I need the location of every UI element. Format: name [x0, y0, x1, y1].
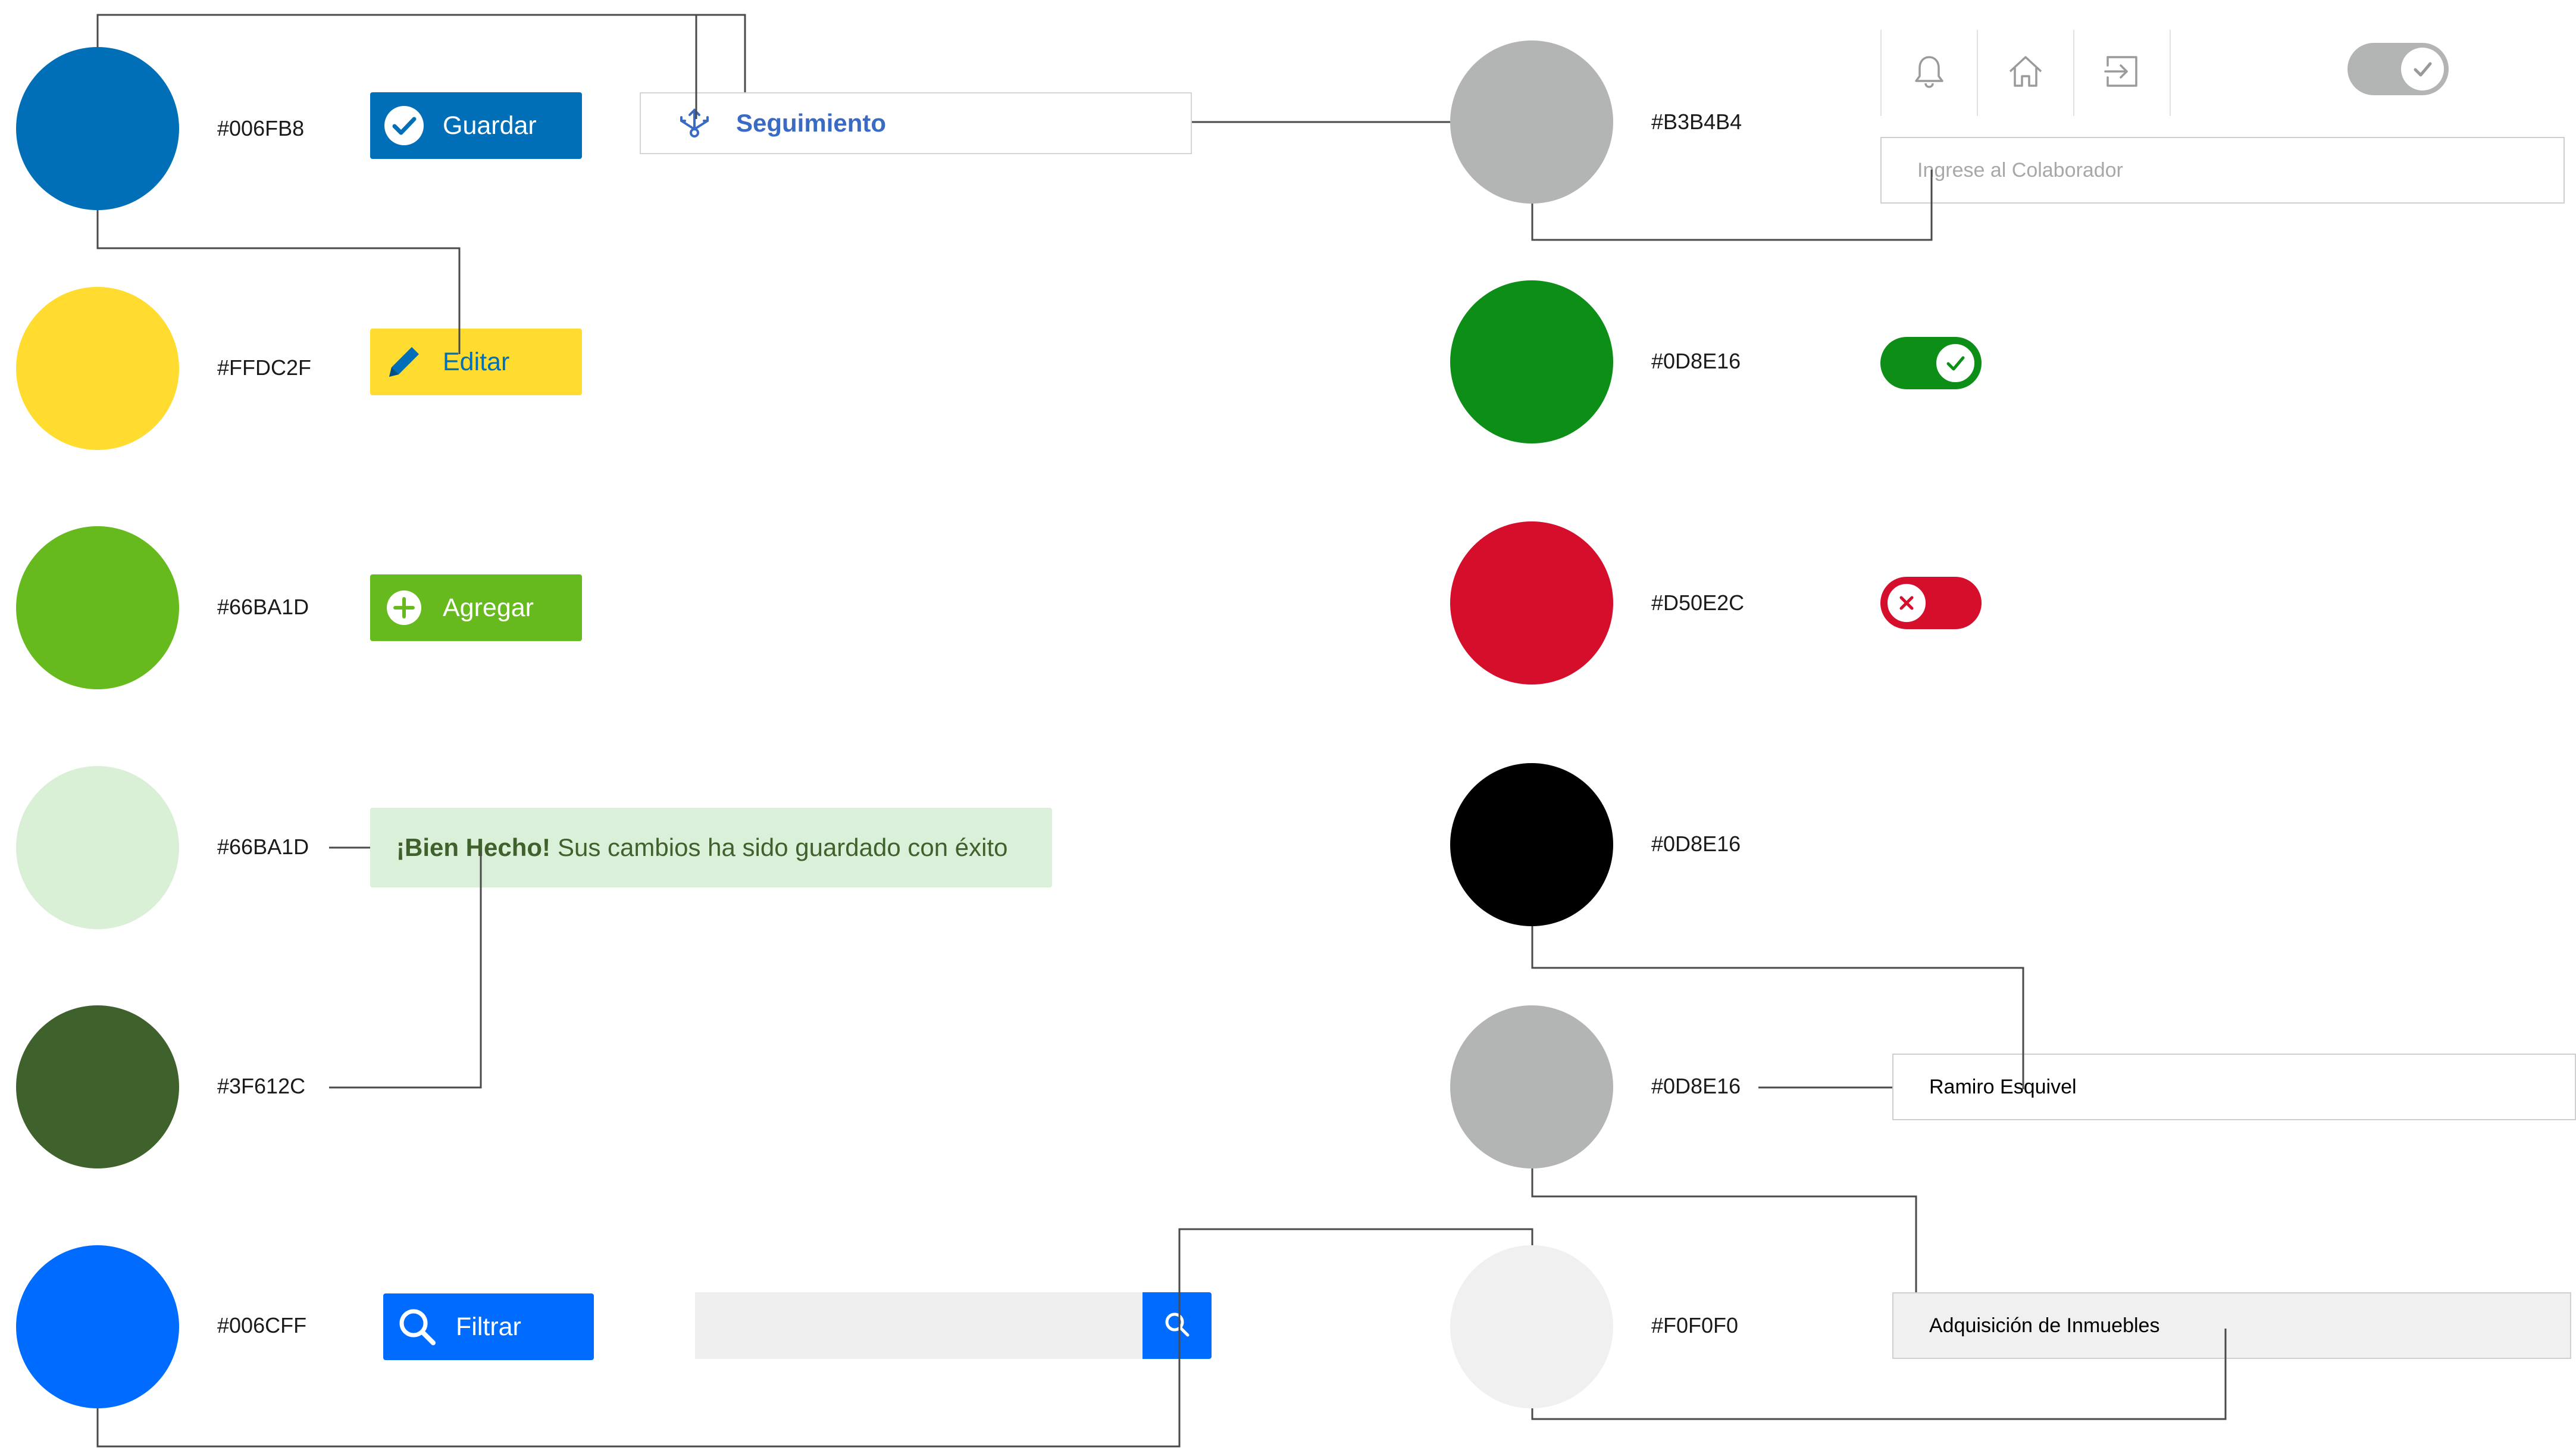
- tab-seguimiento[interactable]: Seguimiento: [640, 92, 1192, 154]
- color-swatch-black: [1450, 763, 1613, 926]
- search-icon: [396, 1306, 438, 1348]
- connector-line: [96, 14, 746, 92]
- alert-message: Sus cambios ha sido guardado con éxito: [558, 833, 1008, 861]
- save-button-label: Guardar: [443, 111, 537, 140]
- annotation-connectors: [96, 14, 2227, 1448]
- check-circle-icon: [383, 105, 425, 146]
- hex-label: #66BA1D: [217, 835, 309, 859]
- color-swatch-gray-secondary: [1450, 1005, 1613, 1168]
- pencil-icon: [383, 341, 425, 383]
- header-icon-bar: [1880, 30, 2171, 116]
- add-button[interactable]: Agregar: [370, 574, 582, 641]
- category-select[interactable]: Adquisición de Inmuebles: [1892, 1292, 2571, 1359]
- toggle-success[interactable]: [1880, 337, 1982, 389]
- notifications-button[interactable]: [1880, 30, 1977, 116]
- edit-button[interactable]: Editar: [370, 329, 582, 395]
- branch-icon: [677, 105, 712, 141]
- search-icon: [1163, 1310, 1191, 1342]
- hex-label: #FFDC2F: [217, 355, 312, 380]
- color-swatch-success-green: [1450, 280, 1613, 443]
- check-icon: [1934, 342, 1977, 385]
- color-swatch-green: [16, 526, 179, 689]
- hex-label: #0D8E16: [1651, 1074, 1741, 1098]
- alert-title: ¡Bien Hecho!: [396, 833, 551, 861]
- filter-button[interactable]: Filtrar: [383, 1293, 594, 1360]
- toggle-error[interactable]: [1880, 577, 1982, 629]
- hex-label: #0D8E16: [1651, 349, 1741, 373]
- success-alert: ¡Bien Hecho! Sus cambios ha sido guardad…: [370, 808, 1052, 888]
- hex-label: #006FB8: [217, 116, 305, 140]
- search-submit-button[interactable]: [1143, 1292, 1212, 1359]
- home-icon: [2007, 52, 2045, 93]
- x-icon: [1885, 582, 1928, 624]
- hex-label: #3F612C: [217, 1074, 306, 1098]
- color-swatch-primary-blue: [16, 47, 179, 210]
- color-swatch-red: [1450, 521, 1613, 685]
- color-swatch-yellow: [16, 287, 179, 450]
- name-input-value: Ramiro Esquivel: [1929, 1075, 2077, 1098]
- hex-label: #B3B4B4: [1651, 110, 1742, 134]
- logout-button[interactable]: [2073, 30, 2171, 116]
- color-swatch-gray: [1450, 40, 1613, 204]
- add-button-label: Agregar: [443, 593, 534, 622]
- bell-icon: [1910, 52, 1948, 93]
- home-button[interactable]: [1977, 30, 2073, 116]
- save-button[interactable]: Guardar: [370, 92, 582, 159]
- edit-button-label: Editar: [443, 347, 510, 376]
- color-swatch-bright-blue: [16, 1245, 179, 1408]
- logout-icon: [2103, 52, 2141, 93]
- filter-button-label: Filtrar: [456, 1312, 521, 1341]
- name-input[interactable]: Ramiro Esquivel: [1892, 1054, 2576, 1120]
- hex-label: #F0F0F0: [1651, 1313, 1739, 1338]
- hex-label: #D50E2C: [1651, 590, 1745, 615]
- category-select-value: Adquisición de Inmuebles: [1929, 1314, 2160, 1337]
- hex-label: #66BA1D: [217, 595, 309, 619]
- tab-seguimiento-label: Seguimiento: [736, 109, 887, 137]
- hex-label: #0D8E16: [1651, 832, 1741, 856]
- plus-circle-icon: [383, 587, 425, 629]
- color-swatch-dark-green: [16, 1005, 179, 1168]
- toggle-neutral[interactable]: [2347, 43, 2449, 95]
- check-icon: [2401, 48, 2444, 90]
- search-input[interactable]: [695, 1292, 1144, 1359]
- color-swatch-light-green: [16, 766, 179, 929]
- hex-label: #006CFF: [217, 1313, 307, 1338]
- color-swatch-light-gray: [1450, 1245, 1613, 1408]
- connector-line: [1531, 170, 1933, 241]
- colaborador-input[interactable]: [1880, 137, 2565, 204]
